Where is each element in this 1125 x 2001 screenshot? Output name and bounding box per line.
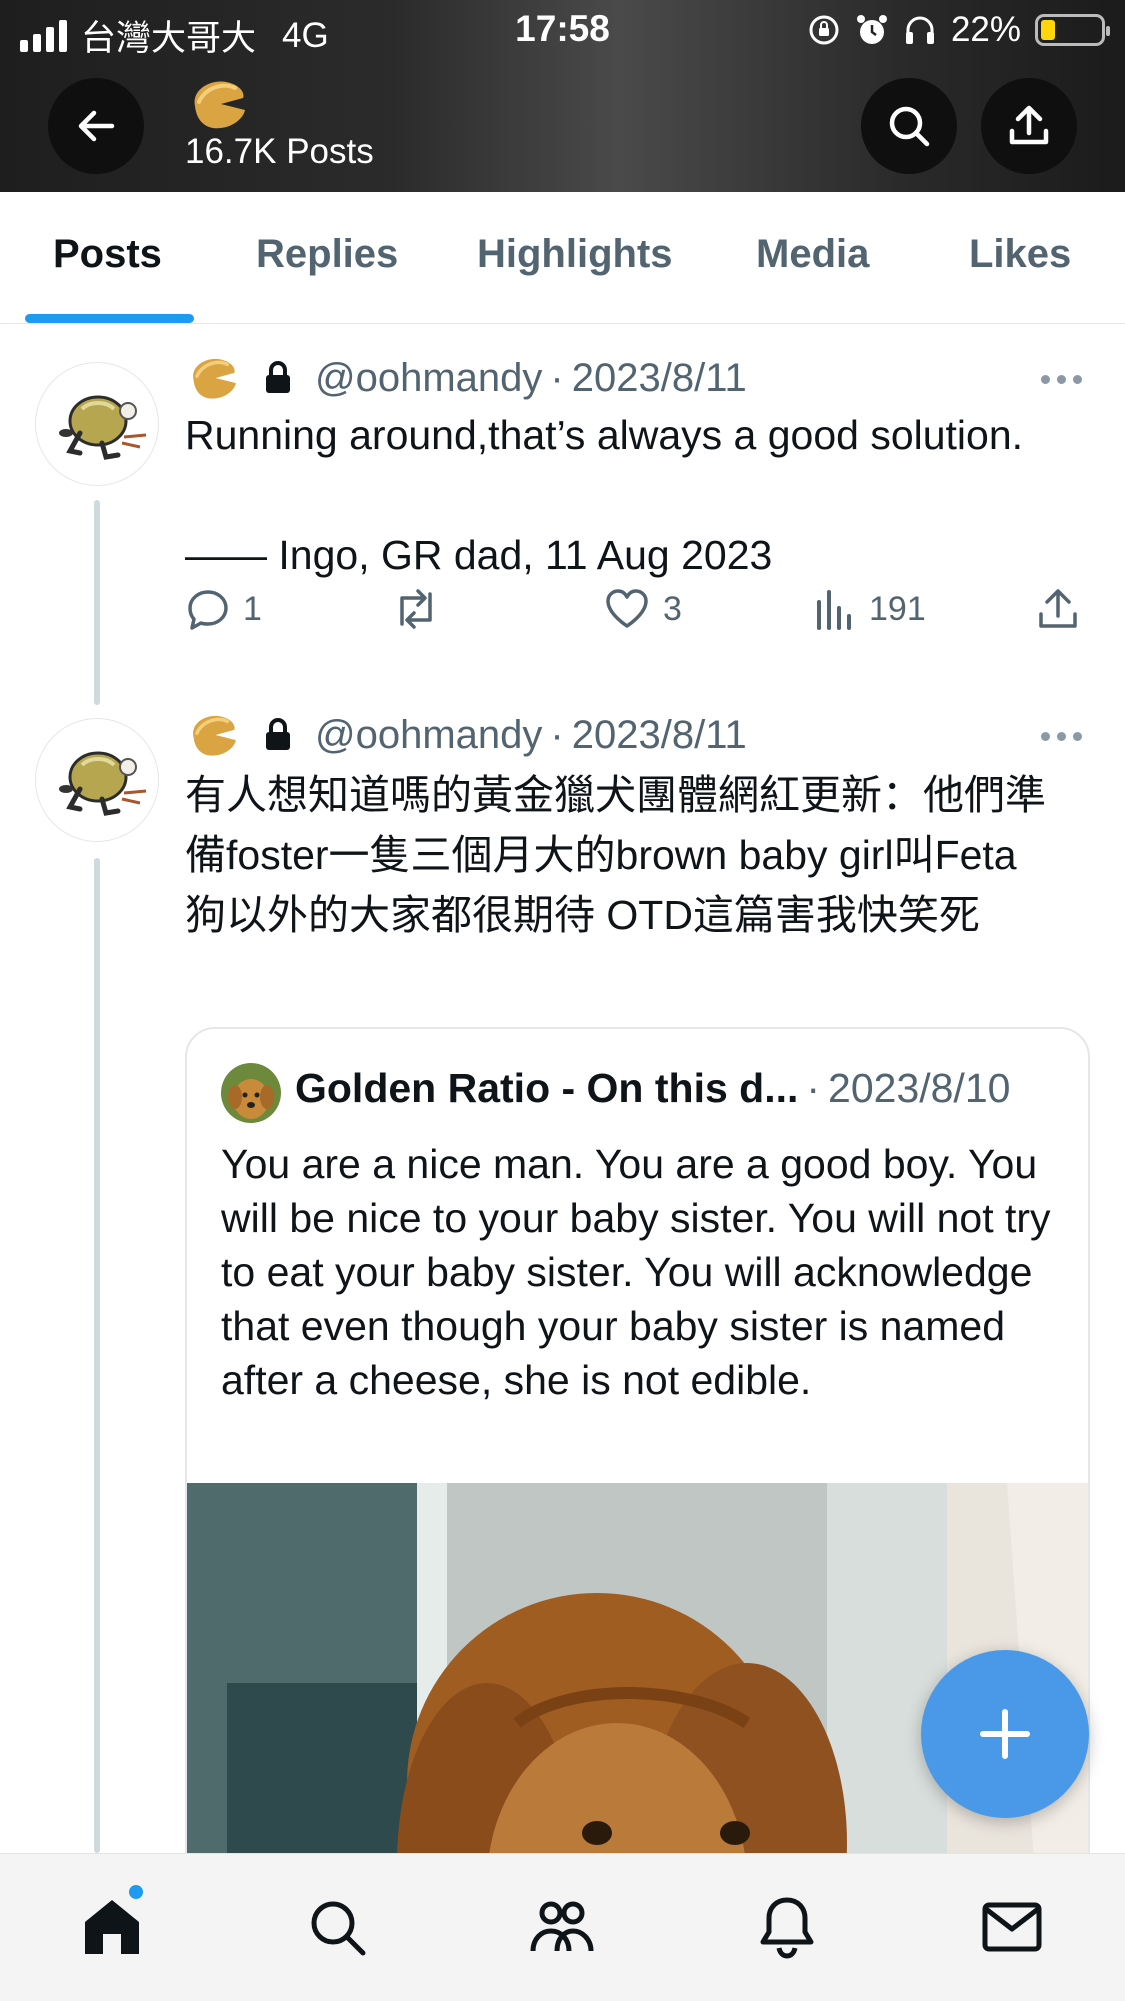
rotation-lock-icon [809, 15, 839, 45]
communities-icon [530, 1901, 594, 1952]
lock-icon [266, 718, 290, 750]
battery-percent: 22% [950, 10, 1021, 49]
profile-tabs: Posts Replies Highlights Media Likes [0, 192, 1125, 324]
tab-likes[interactable]: Likes [969, 232, 1071, 277]
quoted-post-text: You are a nice man. You are a good boy. … [221, 1141, 1051, 1403]
views-chart-icon [817, 590, 851, 630]
meta-separator: · [550, 355, 564, 400]
nav-notifications[interactable] [752, 1892, 822, 1962]
messages-icon [982, 1902, 1042, 1952]
reply-button[interactable]: 1 [185, 586, 262, 632]
more-options-button[interactable] [1041, 375, 1082, 384]
more-options-button[interactable] [1041, 732, 1082, 741]
post-text: 有人想知道嗎的黃金獵犬團體網紅更新：他們準備foster一隻三個月大的brown… [185, 772, 1046, 938]
notifications-icon [760, 1897, 814, 1959]
meta-separator: · [550, 712, 564, 757]
tab-highlights[interactable]: Highlights [477, 232, 673, 277]
profile-emoji-avatar [194, 81, 245, 129]
post-date[interactable]: 2023/8/11 [572, 713, 747, 758]
like-count: 3 [663, 589, 682, 628]
heart-icon [606, 589, 648, 628]
thread-line [94, 858, 100, 1853]
repost-button[interactable] [390, 586, 454, 632]
thread-line [94, 500, 100, 705]
share-button[interactable] [981, 78, 1077, 174]
nav-search[interactable] [302, 1892, 372, 1962]
post-meta: @oohmandy · 2023/8/11 [185, 354, 747, 402]
share-post-button[interactable] [1035, 586, 1081, 632]
user-handle[interactable]: @oohmandy [315, 713, 542, 758]
compose-post-button[interactable] [921, 1650, 1089, 1818]
search-button[interactable] [861, 78, 957, 174]
fortune-cookie-emoji [193, 715, 236, 756]
nav-messages[interactable] [977, 1892, 1047, 1962]
home-unread-indicator [127, 1883, 145, 1901]
tab-replies[interactable]: Replies [256, 232, 398, 277]
alarm-icon [856, 15, 887, 44]
post-actions: 1 3 191 [185, 586, 1085, 646]
golden-retriever-avatar [221, 1063, 281, 1123]
home-icon [85, 1900, 139, 1954]
like-button[interactable]: 3 [603, 586, 682, 632]
bottom-navigation [0, 1853, 1125, 2001]
plus-icon [980, 1709, 1030, 1759]
nav-home[interactable] [77, 1892, 147, 1962]
dog-illustration-avatar [59, 751, 147, 816]
quoted-post-date: 2023/8/10 [828, 1065, 1011, 1111]
battery-icon [1035, 14, 1110, 46]
post-meta: @oohmandy · 2023/8/11 [185, 711, 747, 759]
avatar[interactable] [35, 718, 159, 842]
tab-posts[interactable]: Posts [53, 232, 162, 277]
nav-communities[interactable] [527, 1892, 597, 1962]
meta-separator: · [806, 1065, 821, 1111]
reply-icon [188, 590, 228, 630]
profile-header: 台灣大哥大 4G 17:58 22% 16.7K Posts [0, 0, 1125, 192]
quoted-user-name[interactable]: Golden Ratio - On this d... [295, 1065, 798, 1112]
views-button[interactable]: 191 [813, 586, 926, 632]
repost-icon [400, 589, 432, 629]
reply-count: 1 [243, 589, 262, 628]
post-date[interactable]: 2023/8/11 [572, 356, 747, 401]
search-icon [311, 1901, 366, 1956]
avatar[interactable] [35, 362, 159, 486]
post-text: Running around,that’s always a good solu… [185, 412, 1024, 578]
lock-icon [266, 361, 290, 393]
post-count: 16.7K Posts [185, 132, 374, 171]
quoted-user-avatar [221, 1063, 281, 1123]
active-tab-indicator [25, 314, 194, 323]
share-icon [1039, 589, 1077, 628]
headphones-icon [905, 16, 934, 44]
back-button[interactable] [48, 78, 144, 174]
view-count: 191 [869, 589, 926, 628]
share-icon [1009, 105, 1049, 145]
tab-media[interactable]: Media [756, 232, 869, 277]
status-bar: 台灣大哥大 4G 17:58 22% [0, 0, 1125, 64]
dog-illustration-avatar [59, 395, 147, 460]
search-icon [889, 106, 930, 147]
user-handle[interactable]: @oohmandy [315, 356, 542, 401]
arrow-left-icon [78, 110, 115, 142]
fortune-cookie-emoji [193, 358, 236, 399]
